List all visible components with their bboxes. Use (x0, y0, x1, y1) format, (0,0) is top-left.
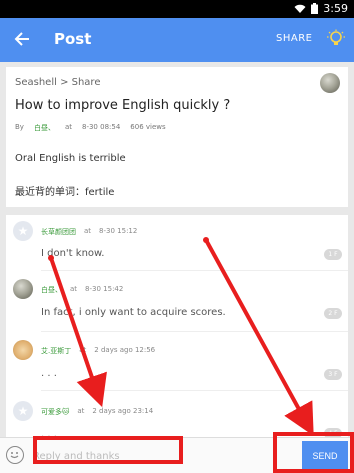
smiley-icon (10, 452, 19, 459)
comment-header: 艾.亚斯丁 at 2 days ago 12:56 (41, 346, 155, 356)
avatar[interactable] (13, 340, 33, 360)
divider (41, 390, 348, 391)
comment-text: I don't know. (41, 248, 105, 259)
status-time: 3:59 (323, 2, 348, 15)
post-card: Seashell > Share How to improve English … (6, 67, 348, 207)
comment-author[interactable]: 可爱多🐱 (41, 407, 69, 417)
comment-time: 2 days ago 23:14 (92, 407, 154, 415)
status-icons: 3:59 (294, 2, 348, 15)
star-icon: ★ (17, 404, 29, 418)
floor-badge: 3 F (324, 369, 342, 380)
reply-input[interactable] (33, 445, 269, 467)
back-button[interactable] (10, 27, 34, 51)
lightbulb-button[interactable] (326, 29, 346, 49)
avatar[interactable] (13, 279, 33, 299)
post-datetime: 8-30 08:54 (82, 123, 121, 131)
comment-author[interactable]: 长草颜团团 (41, 227, 76, 237)
page-title: Post (54, 30, 92, 48)
post-views: 606 views (130, 123, 166, 131)
back-arrow-icon (14, 32, 29, 46)
star-icon: ★ (17, 224, 29, 238)
post-meta: By 白昼、 at 8-30 08:54 606 views (15, 123, 166, 133)
at-label: at (84, 227, 92, 235)
post-body-line: 最近背的单词：fertile (15, 187, 115, 198)
comment-header: 可爱多🐱 at 2 days ago 23:14 (41, 407, 153, 417)
app-bar: Post SHARE (0, 18, 354, 62)
divider (41, 331, 348, 332)
by-label: By (15, 123, 24, 131)
floor-badge: 4 F (324, 428, 342, 437)
comment-text: In fact, i only want to acquire scores. (41, 307, 226, 318)
lightbulb-icon (327, 29, 345, 45)
comment-time: 8-30 15:12 (99, 227, 138, 235)
post-author[interactable]: 白昼、 (34, 123, 55, 133)
at-label: at (77, 407, 85, 415)
comment-text: . . . (41, 368, 57, 379)
comment-time: 8-30 15:42 (85, 285, 124, 293)
comment-author[interactable]: 白昼、 (41, 285, 62, 295)
floor-badge: 2 F (324, 308, 342, 319)
at-label: at (70, 285, 78, 293)
post-title: How to improve English quickly ? (15, 98, 231, 113)
comment-author[interactable]: 艾.亚斯丁 (41, 346, 71, 356)
comment-list: ★ 长草颜团团 at 8-30 15:12 I don't know. 1 F … (6, 215, 348, 437)
default-avatar[interactable]: ★ (13, 401, 33, 421)
at-label: at (64, 123, 72, 131)
breadcrumb[interactable]: Seashell > Share (15, 77, 100, 88)
wifi-icon (294, 4, 306, 13)
comment-header: 长草颜团团 at 8-30 15:12 (41, 227, 137, 237)
share-button[interactable]: SHARE (276, 33, 312, 44)
status-bar: 3:59 (0, 0, 354, 18)
post-body-line: Oral English is terrible (15, 153, 126, 164)
at-label: at (79, 346, 87, 354)
send-button[interactable]: SEND (302, 441, 348, 471)
floor-badge: 1 F (324, 249, 342, 260)
comment-text: . . . (41, 429, 57, 437)
reply-bar: SEND (0, 437, 354, 473)
comment-time: 2 days ago 12:56 (94, 346, 156, 354)
default-avatar[interactable]: ★ (13, 221, 33, 241)
battery-icon (311, 3, 319, 14)
comment-header: 白昼、 at 8-30 15:42 (41, 285, 123, 295)
divider (41, 270, 348, 271)
emoji-button[interactable] (6, 446, 24, 464)
author-avatar[interactable] (320, 73, 340, 93)
